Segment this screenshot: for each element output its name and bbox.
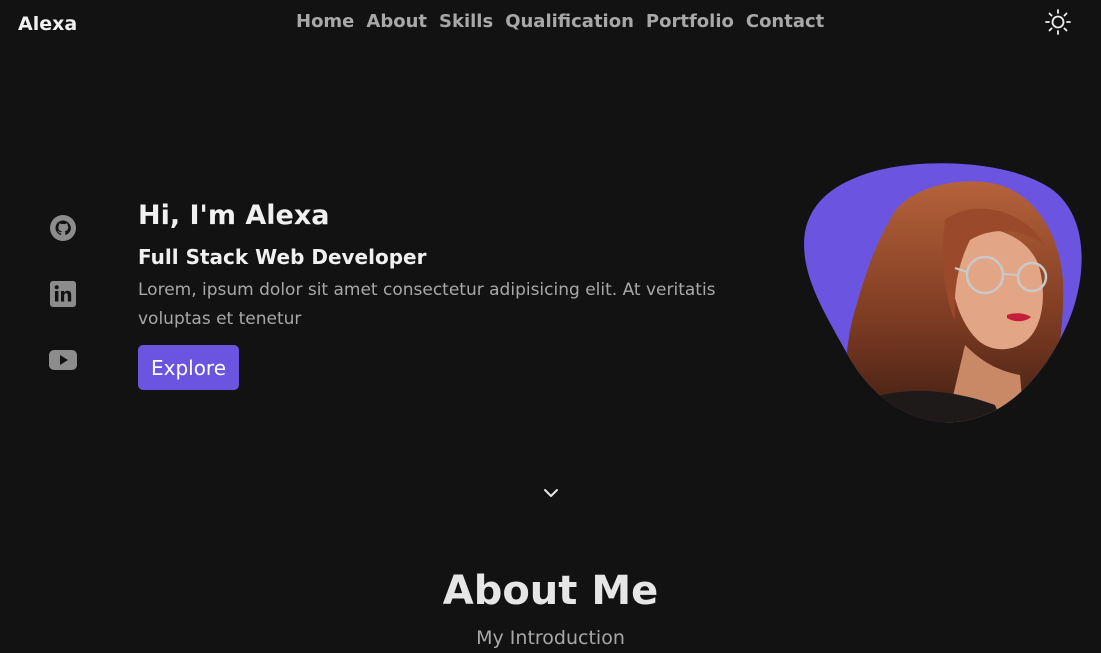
- about-subtitle: My Introduction: [476, 627, 625, 649]
- linkedin-icon[interactable]: [48, 279, 78, 309]
- logo[interactable]: Alexa: [18, 13, 77, 35]
- nav-qualification[interactable]: Qualification: [505, 11, 634, 32]
- sun-icon[interactable]: [1044, 8, 1072, 36]
- github-icon[interactable]: [48, 213, 78, 243]
- nav-contact[interactable]: Contact: [746, 11, 824, 32]
- nav-home[interactable]: Home: [296, 11, 354, 32]
- nav-about[interactable]: About: [366, 11, 427, 32]
- about-title: About Me: [442, 568, 659, 614]
- chevron-down-icon[interactable]: [543, 485, 559, 499]
- youtube-icon[interactable]: [48, 345, 78, 375]
- hero-title: Hi, I'm Alexa: [138, 200, 330, 231]
- hero-description: Lorem, ipsum dolor sit amet consectetur …: [138, 280, 716, 329]
- hero-subtitle: Full Stack Web Developer: [138, 245, 427, 269]
- nav-portfolio[interactable]: Portfolio: [646, 11, 734, 32]
- nav-skills[interactable]: Skills: [439, 11, 493, 32]
- profile-image: [804, 163, 1082, 423]
- main-nav: Home About Skills Qualification Portfoli…: [296, 11, 824, 32]
- page: Alexa Home About Skills Qualification Po…: [0, 0, 1101, 653]
- explore-button[interactable]: Explore: [138, 345, 239, 390]
